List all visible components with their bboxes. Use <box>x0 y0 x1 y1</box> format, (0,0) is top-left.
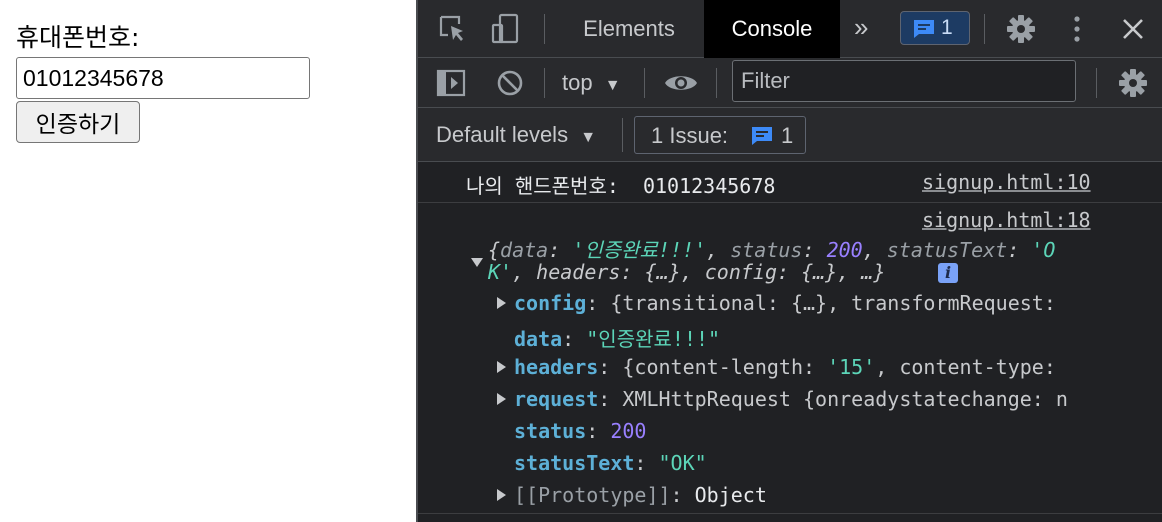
devtools-tab-bar: Elements Console » 1 <box>418 0 1162 58</box>
tab-console[interactable]: Console <box>704 0 840 58</box>
console-message: 나의 핸드폰번호: 01012345678 signup.html:10 <box>418 162 1162 203</box>
inspect-icon[interactable] <box>438 14 468 44</box>
separator <box>644 68 645 98</box>
prop-request[interactable]: request: XMLHttpRequest {onreadystatecha… <box>514 387 1068 411</box>
info-icon[interactable]: i <box>938 263 958 283</box>
expand-triangle-icon[interactable] <box>497 489 506 501</box>
phone-input[interactable] <box>16 57 310 99</box>
eye-icon[interactable] <box>664 71 698 95</box>
object-summary-line2[interactable]: K', headers: {…}, config: {…}, …} <box>488 260 885 284</box>
separator <box>1096 68 1097 98</box>
console-levels-toolbar: Default levels ▼ 1 Issue: 1 <box>418 108 1162 162</box>
prop-status-text: statusText: "OK" <box>514 451 707 475</box>
collapse-triangle-icon[interactable] <box>471 258 483 267</box>
console-output: 나의 핸드폰번호: 01012345678 signup.html:10 sig… <box>418 162 1162 522</box>
separator <box>544 14 545 44</box>
clear-icon[interactable] <box>496 69 524 97</box>
tab-elements[interactable]: Elements <box>564 0 694 58</box>
levels-select[interactable]: Default levels ▼ <box>436 120 596 153</box>
phone-label: 휴대폰번호: <box>16 23 140 52</box>
expand-triangle-icon[interactable] <box>497 393 506 405</box>
levels-select-value: Default levels <box>436 122 569 147</box>
issues-button-count: 1 <box>781 123 794 148</box>
chevron-down-icon: ▼ <box>580 129 597 146</box>
log-text: 나의 핸드폰번호: 01012345678 <box>466 174 776 198</box>
kebab-menu-icon[interactable] <box>1070 14 1084 44</box>
issues-button[interactable]: 1 Issue: 1 <box>634 116 806 154</box>
message-icon <box>751 126 773 146</box>
prop-headers[interactable]: headers: {content-length: '15', content-… <box>514 355 1056 379</box>
console-toolbar: top ▼ <box>418 58 1162 108</box>
web-page: 휴대폰번호: 인증하기 <box>0 0 416 522</box>
more-tabs-icon[interactable]: » <box>854 12 868 43</box>
message-icon <box>913 19 935 39</box>
separator <box>984 14 985 44</box>
device-toggle-icon[interactable] <box>490 13 522 45</box>
issues-button-label: 1 Issue: <box>651 123 729 148</box>
gear-icon[interactable] <box>1006 14 1036 44</box>
prop-prototype[interactable]: [[Prototype]]: Object <box>514 483 767 507</box>
sidebar-icon[interactable] <box>436 69 466 97</box>
context-select-value: top <box>562 70 593 95</box>
verify-button[interactable]: 인증하기 <box>16 101 140 143</box>
issues-badge[interactable]: 1 <box>900 11 970 45</box>
context-select[interactable]: top ▼ <box>562 68 621 98</box>
source-link[interactable]: signup.html:10 <box>922 170 1091 194</box>
source-link[interactable]: signup.html:18 <box>922 208 1091 232</box>
separator <box>622 118 623 152</box>
issues-count: 1 <box>941 16 953 39</box>
expand-triangle-icon[interactable] <box>497 361 506 373</box>
devtools-panel: Elements Console » 1 top ▼ Filter Defaul… <box>416 0 1162 522</box>
prop-config[interactable]: config: {transitional: {…}, transformReq… <box>514 291 1056 315</box>
prop-status: status: 200 <box>514 419 647 443</box>
console-prompt-divider <box>418 513 1162 522</box>
object-summary-line1[interactable]: {data: '인증완료!!!', status: 200, statusTex… <box>488 234 1055 263</box>
filter-input[interactable] <box>732 60 1076 102</box>
separator <box>716 68 717 98</box>
console-settings-gear-icon[interactable] <box>1118 68 1148 98</box>
prop-data: data: "인증완료!!!" <box>514 327 721 351</box>
separator <box>544 68 545 98</box>
chevron-down-icon: ▼ <box>604 77 621 94</box>
expand-triangle-icon[interactable] <box>497 297 506 309</box>
close-icon[interactable] <box>1120 16 1146 42</box>
